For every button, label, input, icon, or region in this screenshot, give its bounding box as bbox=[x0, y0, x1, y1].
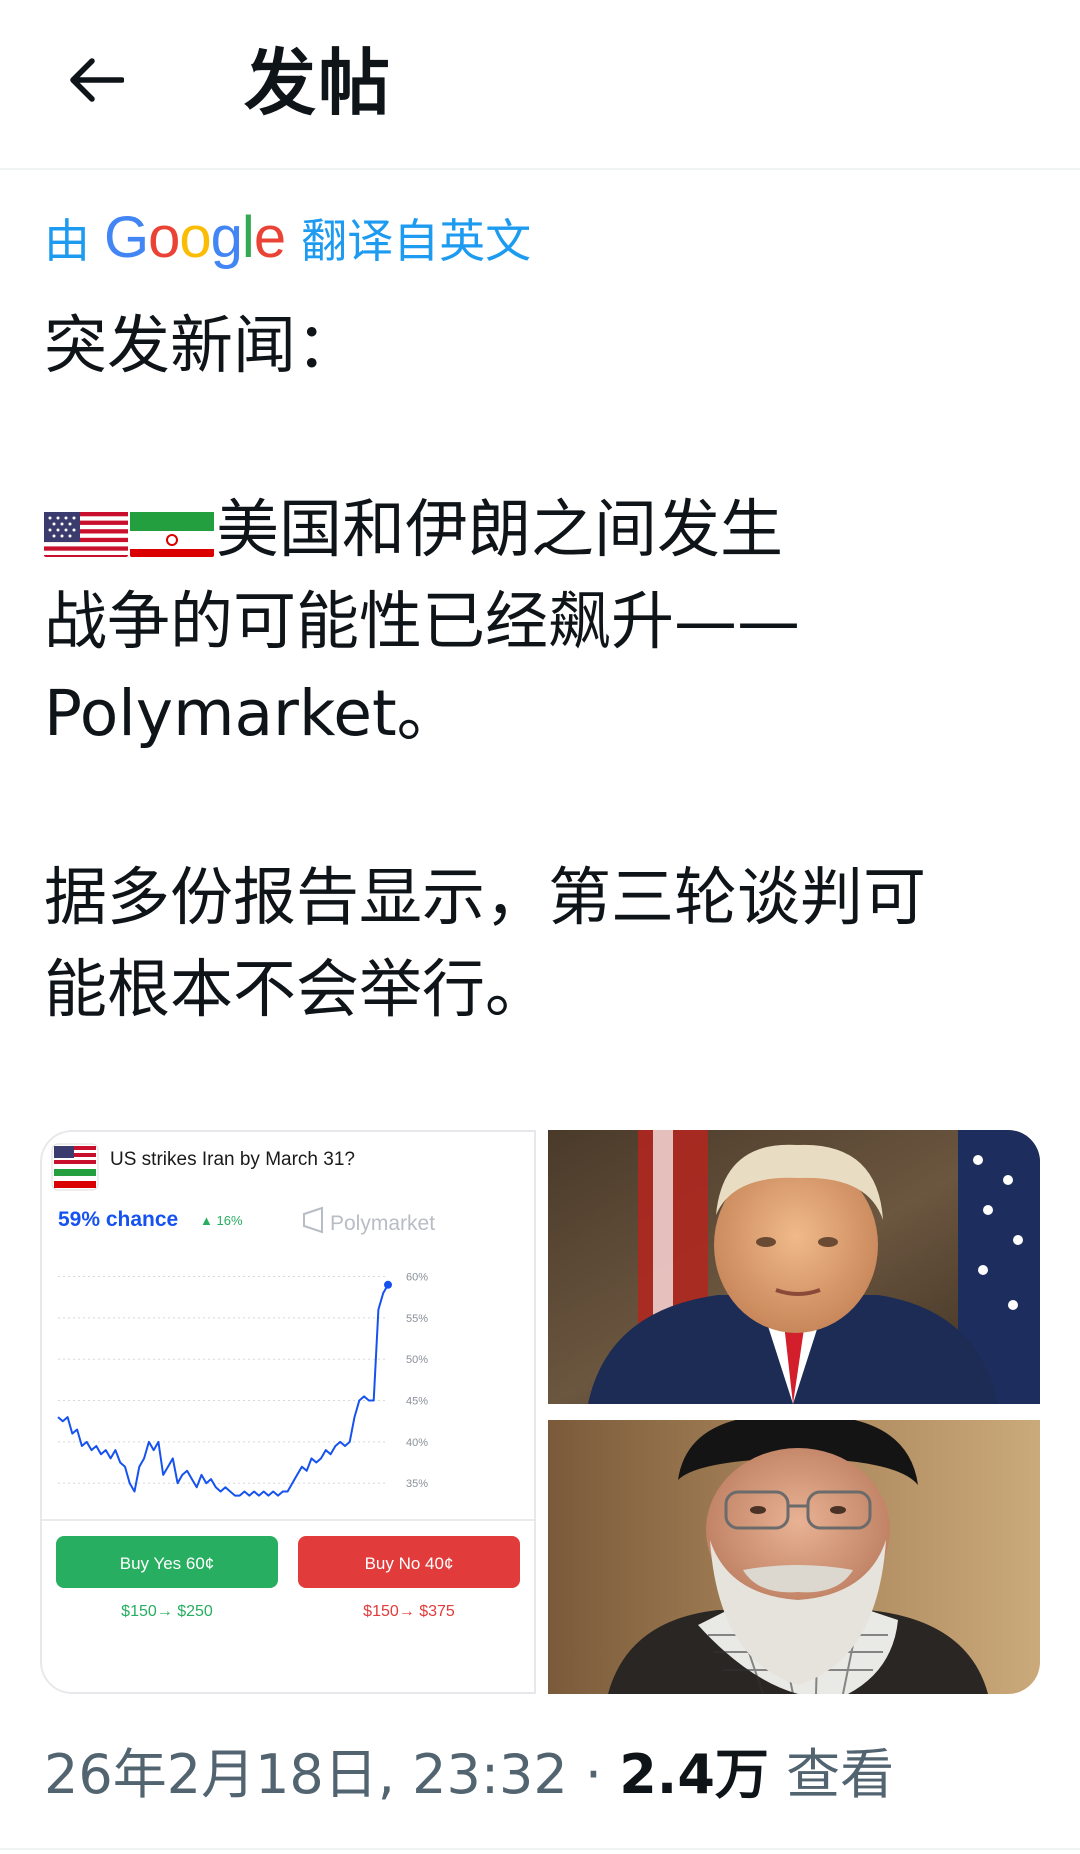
translation-prefix: 由 bbox=[44, 214, 90, 268]
buy-no-button[interactable]: Buy No 40¢ bbox=[298, 1536, 520, 1588]
post-body: 突发新闻： 美国和伊朗之间发生 战争的可能性已经飙升—— Polymarket。… bbox=[44, 300, 1044, 1036]
no-payout: $150→ $375 bbox=[363, 1603, 455, 1620]
buy-no-label: Buy No 40¢ bbox=[365, 1554, 454, 1573]
polymarket-card-svg: US strikes Iran by March 31? 59% chance … bbox=[42, 1143, 534, 1620]
page-title: 发帖 bbox=[244, 41, 393, 125]
chart-y-tick-label: 40% bbox=[406, 1437, 428, 1449]
back-button[interactable] bbox=[56, 40, 136, 120]
card-change: ▲ 16% bbox=[200, 1213, 243, 1228]
post-line-3: 战争的可能性已经飙升—— bbox=[44, 585, 800, 658]
media-grid[interactable]: US strikes Iran by March 31? 59% chance … bbox=[40, 1130, 1040, 1694]
polymarket-card-image[interactable]: US strikes Iran by March 31? 59% chance … bbox=[40, 1130, 536, 1694]
post-line-headline: 突发新闻： bbox=[44, 309, 359, 382]
chart-y-tick-label: 50% bbox=[406, 1354, 428, 1366]
google-logo: Google bbox=[104, 205, 286, 270]
chart-tick-labels: 60% 55% 50% 45% 40% 35% bbox=[406, 1272, 428, 1491]
post-meta: 26年2月18日, 23:32 · 2.4万 查看 bbox=[44, 1740, 894, 1810]
translation-suffix: 翻译自英文 bbox=[301, 214, 532, 268]
chart-series-line bbox=[57, 1284, 389, 1497]
photo-man-flags[interactable] bbox=[548, 1130, 1040, 1404]
buy-yes-button[interactable]: Buy Yes 60¢ bbox=[56, 1536, 278, 1588]
arrow-left-icon bbox=[70, 58, 124, 102]
post-timestamp[interactable]: 26年2月18日, 23:32 · bbox=[44, 1743, 619, 1806]
chart-y-tick-label: 35% bbox=[406, 1478, 428, 1490]
card-divider bbox=[42, 1519, 534, 1521]
top-bar: 发帖 bbox=[0, 0, 1080, 170]
post-line-4: Polymarket。 bbox=[44, 677, 460, 750]
photo-cleric[interactable] bbox=[548, 1420, 1040, 1694]
yes-payout: $150→ $250 bbox=[121, 1603, 213, 1620]
card-brand: Polymarket bbox=[330, 1212, 435, 1235]
divider bbox=[0, 1848, 1080, 1850]
polymarket-logo-icon bbox=[303, 1206, 323, 1234]
card-chance: 59% chance bbox=[58, 1208, 178, 1231]
translation-attribution[interactable]: 由 Google 翻译自英文 bbox=[44, 205, 531, 271]
post-line-6: 能根本不会举行。 bbox=[44, 953, 548, 1026]
chart-y-tick-label: 55% bbox=[406, 1313, 428, 1325]
card-flag-icon bbox=[51, 1143, 99, 1191]
post-line-5: 据多份报告显示，第三轮谈判可 bbox=[44, 861, 926, 934]
chart-endpoint-dot bbox=[384, 1280, 392, 1289]
iran-flag-icon bbox=[130, 501, 214, 557]
view-label: 查看 bbox=[768, 1743, 895, 1806]
chart-y-tick-label: 45% bbox=[406, 1396, 428, 1408]
card-question: US strikes Iran by March 31? bbox=[110, 1149, 355, 1170]
post-line-2-text: 美国和伊朗之间发生 bbox=[216, 493, 783, 566]
us-flag-icon bbox=[44, 501, 128, 557]
buy-yes-label: Buy Yes 60¢ bbox=[120, 1554, 215, 1573]
chart-y-tick-label: 60% bbox=[406, 1272, 428, 1284]
view-count: 2.4万 bbox=[619, 1743, 769, 1806]
post-line-2: 美国和伊朗之间发生 bbox=[44, 484, 1044, 576]
